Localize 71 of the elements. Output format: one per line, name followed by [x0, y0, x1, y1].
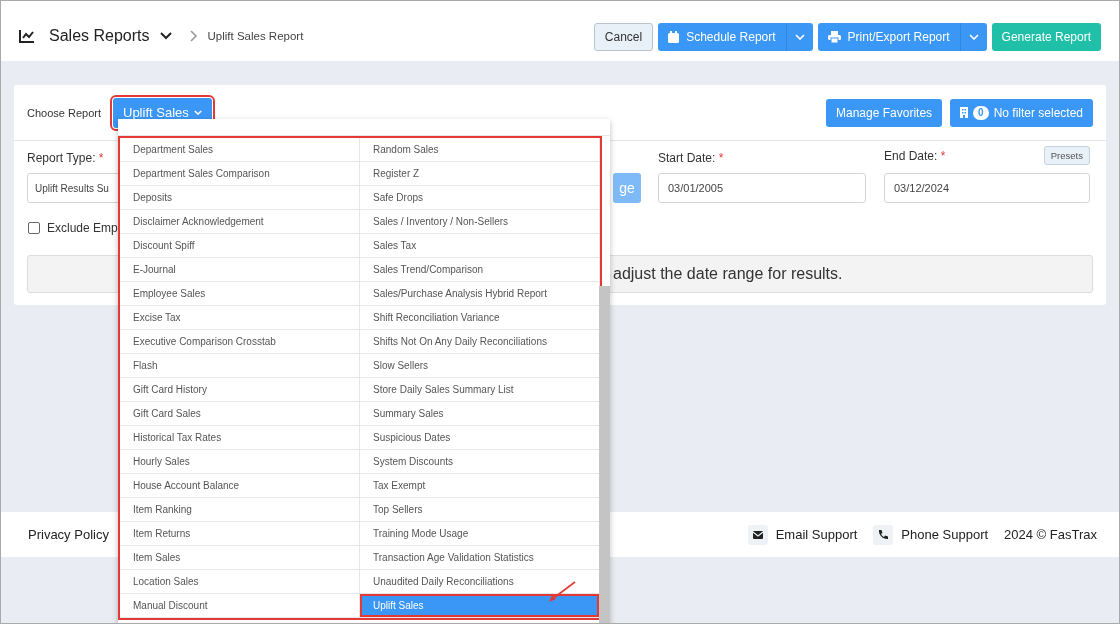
- menu-item[interactable]: Deposits: [120, 186, 359, 210]
- menu-item[interactable]: Sales Tax: [360, 234, 599, 258]
- menu-item[interactable]: Disclaimer Acknowledgement: [120, 210, 359, 234]
- start-date-field[interactable]: 03/01/2005: [658, 173, 866, 203]
- menu-item[interactable]: Random Sales: [360, 138, 599, 162]
- menu-item[interactable]: Executive Comparison Crosstab: [120, 330, 359, 354]
- menu-item[interactable]: House Account Balance: [120, 474, 359, 498]
- menu-item[interactable]: Summary Sales: [360, 402, 599, 426]
- phone-icon: [873, 524, 894, 545]
- caret-icon: [968, 34, 979, 40]
- menu-item[interactable]: Item Returns: [120, 522, 359, 546]
- dropdown-toggle-button[interactable]: [959, 23, 987, 51]
- annotation-arrow: [547, 581, 577, 603]
- field-label: Choose Report: [27, 106, 101, 119]
- caret-icon: [193, 110, 202, 115]
- menu-item[interactable]: Sales/Purchase Analysis Hybrid Report: [360, 282, 599, 306]
- chart-line-icon: [19, 29, 35, 43]
- menu-item[interactable]: Gift Card Sales: [120, 402, 359, 426]
- field-label: End Date: *: [884, 148, 946, 163]
- dropdown-toggle-button[interactable]: [785, 23, 813, 51]
- menu-item[interactable]: Hourly Sales: [120, 450, 359, 474]
- menu-item[interactable]: System Discounts: [360, 450, 599, 474]
- menu-item[interactable]: Historical Tax Rates: [120, 426, 359, 450]
- count-badge: 0: [973, 105, 989, 120]
- menu-item[interactable]: Department Sales: [120, 138, 359, 162]
- checkbox[interactable]: [28, 222, 40, 234]
- menu-item[interactable]: Safe Drops: [360, 186, 599, 210]
- printer-icon: [827, 31, 841, 43]
- cancel-button[interactable]: Cancel: [593, 23, 654, 51]
- menu-item[interactable]: E-Journal: [120, 258, 359, 282]
- notice-text: adjust the date range for results.: [613, 265, 843, 283]
- menu-item[interactable]: Sales / Inventory / Non-Sellers: [360, 210, 599, 234]
- envelope-icon: [747, 524, 768, 545]
- page-title: Sales Reports: [49, 27, 150, 45]
- checkbox-label: Exclude Emp: [47, 221, 118, 235]
- menu-item[interactable]: Manual Discount: [120, 594, 359, 618]
- calendar-icon: [668, 31, 680, 43]
- privacy-policy-link[interactable]: Privacy Policy: [28, 527, 109, 542]
- menu-item[interactable]: Employee Sales: [120, 282, 359, 306]
- menu-item[interactable]: Sales Trend/Comparison: [360, 258, 599, 282]
- field-label: Start Date: *: [658, 151, 725, 165]
- presets-button[interactable]: Presets: [1043, 146, 1090, 165]
- field-label: Report Type: *: [27, 151, 105, 165]
- menu-item[interactable]: Tax Exempt: [360, 474, 599, 498]
- menu-item[interactable]: Top Sellers: [360, 498, 599, 522]
- caret-icon: [794, 34, 805, 40]
- menu-item[interactable]: Register Z: [360, 162, 599, 186]
- menu-item[interactable]: Item Sales: [120, 546, 359, 570]
- breadcrumb-item: Uplift Sales Report: [207, 30, 304, 42]
- support-link[interactable]: Email Support: [775, 527, 858, 542]
- copyright-text: 2024 © FasTrax: [1004, 527, 1097, 542]
- menu-item[interactable]: Store Daily Sales Summary List: [360, 378, 599, 402]
- menu-item[interactable]: Slow Sellers: [360, 354, 599, 378]
- menu-item[interactable]: Gift Card History: [120, 378, 359, 402]
- chevron-right-icon: [189, 30, 198, 42]
- menu-item[interactable]: Training Mode Usage: [360, 522, 599, 546]
- building-icon: [960, 107, 969, 118]
- chevron-down-icon[interactable]: [159, 32, 172, 40]
- menu-item[interactable]: Item Ranking: [120, 498, 359, 522]
- menu-item[interactable]: Flash: [120, 354, 359, 378]
- end-date-field[interactable]: 03/12/2024: [884, 173, 1090, 203]
- menu-item[interactable]: Excise Tax: [120, 306, 359, 330]
- menu-item[interactable]: Discount Spiff: [120, 234, 359, 258]
- menu-item[interactable]: Department Sales Comparison: [120, 162, 359, 186]
- menu-item[interactable]: Shift Reconciliation Variance: [360, 306, 599, 330]
- menu-item[interactable]: Shifts Not On Any Daily Reconciliations: [360, 330, 599, 354]
- menu-item[interactable]: Location Sales: [120, 570, 359, 594]
- support-link[interactable]: Phone Support: [901, 527, 989, 542]
- menu-item[interactable]: Transaction Age Validation Statistics: [360, 546, 599, 570]
- menu-item[interactable]: Suspicious Dates: [360, 426, 599, 450]
- scrollbar[interactable]: [599, 286, 610, 623]
